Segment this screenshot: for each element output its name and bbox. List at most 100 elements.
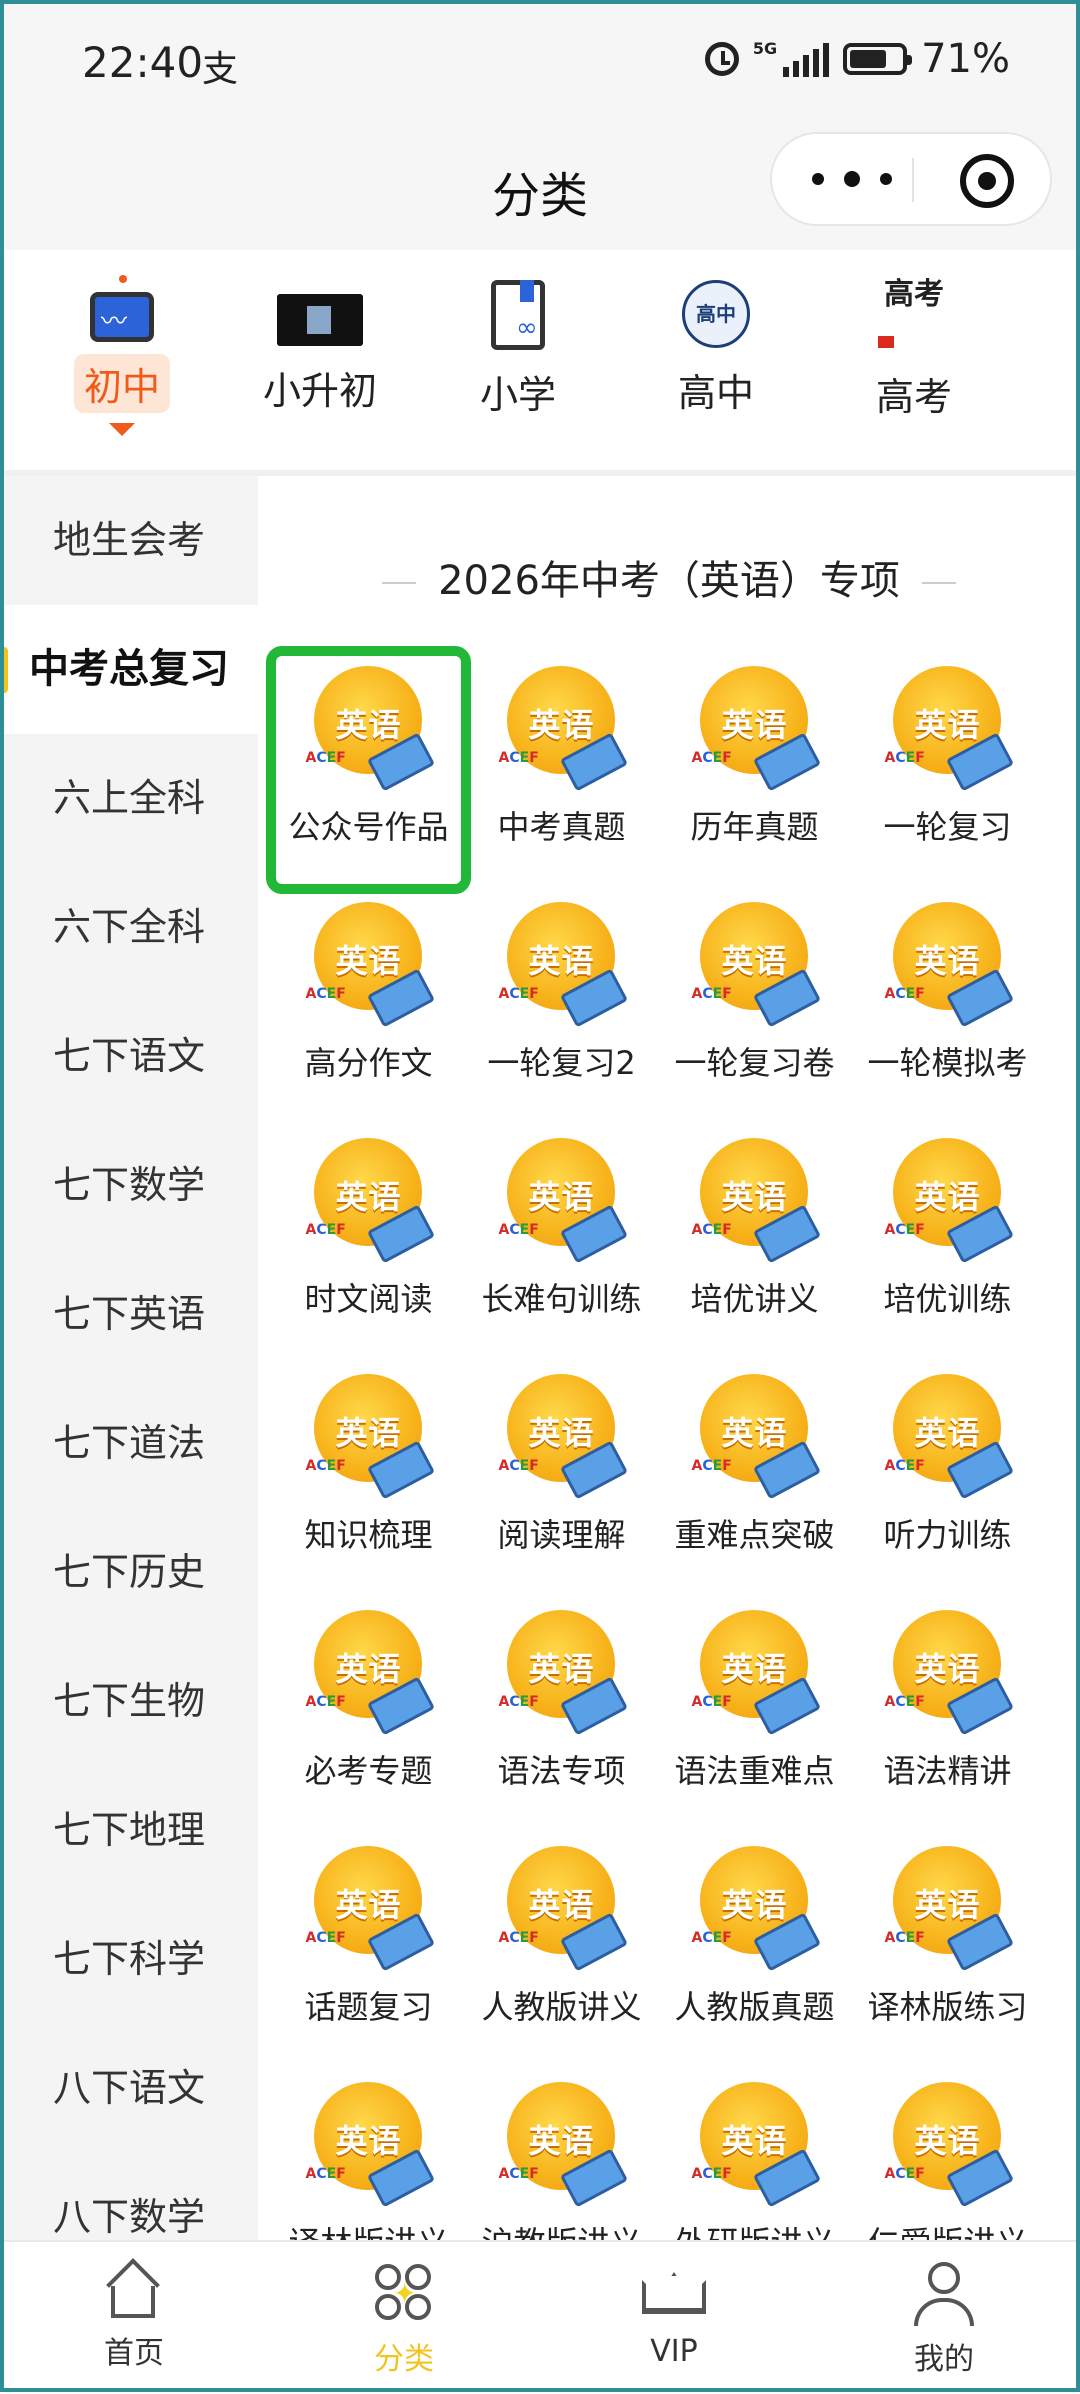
- tab-home[interactable]: 首页: [34, 2262, 234, 2372]
- resource-item[interactable]: 英语 ACEF 语法精讲: [851, 1596, 1044, 1832]
- resource-item[interactable]: 英语 ACEF 长难句训练: [465, 1124, 658, 1360]
- alarm-icon: [704, 42, 739, 76]
- bottom-tab-bar: 首页 ✦ 分类 VIP 我的: [0, 2240, 1080, 2394]
- resource-item[interactable]: 英语 ACEF 语法专项: [465, 1596, 658, 1832]
- resource-item[interactable]: 英语 ACEF 人教版真题: [658, 1832, 851, 2068]
- resource-item[interactable]: 英语 ACEF 译林版练习: [851, 1832, 1044, 2068]
- resource-item[interactable]: 英语 ACEF 高分作文: [272, 888, 465, 1124]
- active-caret-icon: [109, 423, 135, 436]
- home-icon: [103, 2262, 165, 2320]
- sidebar-item[interactable]: 中考总复习: [0, 605, 258, 734]
- english-book-icon: 英语 ACEF: [690, 2082, 821, 2210]
- resource-item[interactable]: 英语 ACEF 中考真题: [465, 652, 658, 888]
- sidebar-item[interactable]: 地生会考: [0, 476, 258, 605]
- sidebar-item[interactable]: 六下全科: [0, 863, 258, 992]
- english-book-icon: 英语 ACEF: [883, 1138, 1014, 1266]
- level-tabs: 初中 小升初 小学 高中 高中 高考 高考: [0, 250, 1080, 476]
- battery-percent: 71%: [921, 36, 1010, 82]
- resource-item[interactable]: 英语 ACEF 人教版讲义: [465, 1832, 658, 2068]
- resource-item-label: 培优讲义: [690, 1280, 819, 1318]
- resource-item-label: 历年真题: [690, 808, 819, 846]
- tab-label: 我的: [914, 2342, 974, 2377]
- resource-item[interactable]: 英语ACEF 仁爱版讲义: [851, 2068, 1044, 2240]
- resource-item[interactable]: 英语 ACEF 听力训练: [851, 1360, 1044, 1596]
- sidebar-item[interactable]: 七下科学: [0, 1895, 258, 2024]
- gaokao-icon: 高考: [874, 280, 954, 352]
- level-tab-primary[interactable]: 小学: [438, 280, 598, 421]
- section-title: 2026年中考（英语）专项: [258, 548, 1080, 606]
- resource-item[interactable]: 英语 ACEF 阅读理解: [465, 1360, 658, 1596]
- resource-item[interactable]: 英语ACEF 沪教版讲义: [465, 2068, 658, 2240]
- resource-item[interactable]: 英语 ACEF 时文阅读: [272, 1124, 465, 1360]
- level-tab-label: 小学: [479, 373, 556, 417]
- resource-item-label: 培优训练: [883, 1280, 1012, 1318]
- sidebar-item[interactable]: 七下数学: [0, 1121, 258, 1250]
- resource-item[interactable]: 英语 ACEF 一轮模拟考: [851, 888, 1044, 1124]
- level-tab-junior-high[interactable]: 初中: [42, 275, 202, 436]
- english-book-icon: 英语 ACEF: [690, 666, 821, 794]
- resource-item[interactable]: 英语 ACEF 语法重难点: [658, 1596, 851, 1832]
- resource-item[interactable]: 英语ACEF 译林版讲义: [272, 2068, 465, 2240]
- english-book-icon: 英语 ACEF: [304, 1846, 435, 1974]
- resource-item-label: 重难点突破: [674, 1516, 835, 1554]
- sidebar-item[interactable]: 八下数学: [0, 2153, 258, 2240]
- status-time: 22:40: [82, 38, 204, 87]
- resource-item[interactable]: 英语 ACEF 一轮复习2: [465, 888, 658, 1124]
- resource-item-label: 一轮复习: [883, 808, 1012, 846]
- category-icon: ✦: [369, 2262, 439, 2326]
- english-book-icon: 英语 ACEF: [690, 1610, 821, 1738]
- level-tab-label: 高考: [875, 375, 952, 419]
- poster-icon: [277, 294, 363, 346]
- tab-category[interactable]: ✦ 分类: [304, 2262, 504, 2378]
- resource-item[interactable]: 英语 ACEF 培优训练: [851, 1124, 1044, 1360]
- resource-item-label: 阅读理解: [497, 1516, 626, 1554]
- more-icon[interactable]: [812, 164, 892, 194]
- level-tab-senior-high[interactable]: 高中 高中: [636, 280, 796, 419]
- content-panel: 2026年中考（英语）专项 英语 ACEF 公众号作品 英语 ACEF 中考真题 英语 ACE…: [258, 476, 1080, 2240]
- english-book-icon: 英语 ACEF: [304, 902, 435, 1030]
- resource-item[interactable]: 英语 ACEF 一轮复习卷: [658, 888, 851, 1124]
- english-book-icon: 英语 ACEF: [304, 666, 435, 794]
- english-book-icon: 英语 ACEF: [304, 1610, 435, 1738]
- sidebar-item[interactable]: 七下历史: [0, 1508, 258, 1637]
- close-miniprogram-icon[interactable]: [960, 154, 1014, 208]
- resource-item-label: 一轮模拟考: [867, 1044, 1028, 1082]
- resource-item[interactable]: 英语 ACEF 公众号作品: [266, 646, 471, 894]
- resource-item-label: 一轮复习2: [487, 1044, 636, 1082]
- resource-item-label: 外研版讲义: [658, 2218, 851, 2240]
- resource-item[interactable]: 英语 ACEF 话题复习: [272, 1832, 465, 2068]
- english-book-icon: 英语 ACEF: [883, 902, 1014, 1030]
- resource-item[interactable]: 英语ACEF 外研版讲义: [658, 2068, 851, 2240]
- sidebar-item[interactable]: 七下生物: [0, 1637, 258, 1766]
- english-book-icon: 英语 ACEF: [883, 2082, 1014, 2210]
- profile-icon: [909, 2262, 979, 2326]
- tab-profile[interactable]: 我的: [844, 2262, 1044, 2378]
- resource-item[interactable]: 英语 ACEF 知识梳理: [272, 1360, 465, 1596]
- level-tab-gaokao[interactable]: 高考 高考: [834, 280, 994, 423]
- level-tab-primary-to-junior[interactable]: 小升初: [240, 280, 400, 417]
- tab-label: VIP: [650, 2334, 698, 2369]
- resource-item[interactable]: 英语 ACEF 一轮复习: [851, 652, 1044, 888]
- alipay-icon: 支: [202, 49, 239, 90]
- sidebar-item[interactable]: 七下英语: [0, 1250, 258, 1379]
- sidebar-item[interactable]: 六上全科: [0, 734, 258, 863]
- sidebar-item[interactable]: 七下地理: [0, 1766, 258, 1895]
- resource-item[interactable]: 英语 ACEF 必考专题: [272, 1596, 465, 1832]
- sidebar-item[interactable]: 七下道法: [0, 1379, 258, 1508]
- category-sidebar[interactable]: 地生会考 中考总复习 六上全科 六下全科 七下语文 七下数学 七下英语 七下道法 七下历史 七下生…: [0, 476, 258, 2240]
- english-book-icon: 英语 ACEF: [304, 1374, 435, 1502]
- english-book-icon: 英语 ACEF: [690, 1846, 821, 1974]
- resource-grid: 英语 ACEF 公众号作品 英语 ACEF 中考真题 英语 ACEF 历年真题 英语 ACEF 一轮复…: [266, 646, 1072, 2240]
- tab-vip[interactable]: VIP: [574, 2262, 774, 2369]
- resource-item[interactable]: 英语 ACEF 历年真题: [658, 652, 851, 888]
- resource-item-label: 话题复习: [304, 1988, 433, 2026]
- sidebar-item[interactable]: 七下语文: [0, 992, 258, 1121]
- battery-icon: [843, 43, 913, 75]
- resource-item-label: 仁爱版讲义: [851, 2218, 1044, 2240]
- resource-item[interactable]: 英语 ACEF 培优讲义: [658, 1124, 851, 1360]
- sidebar-item[interactable]: 八下语文: [0, 2024, 258, 2153]
- status-right: 5G 71%: [704, 36, 1010, 82]
- english-book-icon: 英语 ACEF: [497, 2082, 628, 2210]
- resource-item[interactable]: 英语 ACEF 重难点突破: [658, 1360, 851, 1596]
- english-book-icon: 英语 ACEF: [497, 1846, 628, 1974]
